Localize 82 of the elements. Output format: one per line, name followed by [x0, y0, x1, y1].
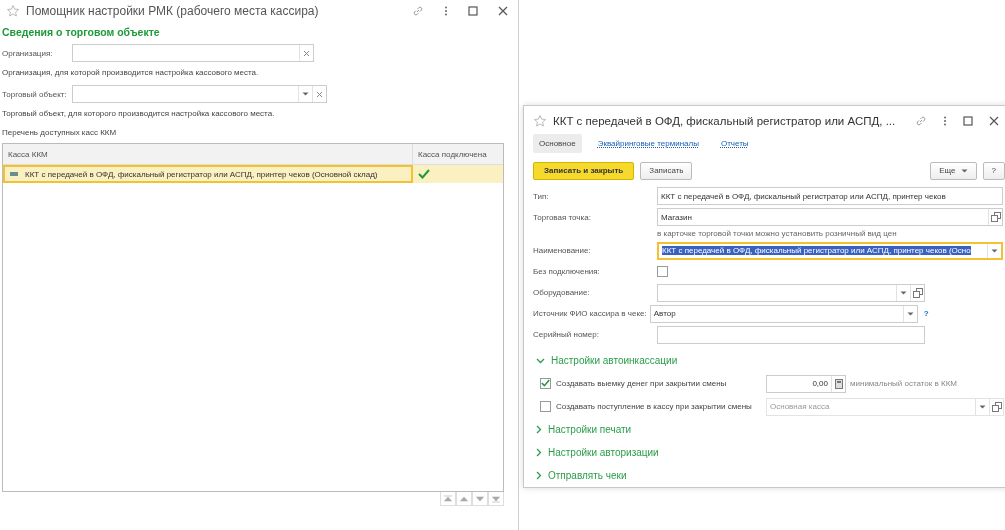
open-icon — [912, 287, 923, 298]
field-label: Оборудование: — [533, 288, 591, 297]
number-field[interactable]: 0,00 — [766, 374, 846, 393]
row-marker-icon — [10, 172, 18, 176]
field-label: Серийный номер: — [533, 330, 600, 339]
help-link[interactable]: ? — [923, 309, 929, 318]
input-field[interactable]: Магазин — [657, 208, 1003, 227]
input-field[interactable] — [657, 325, 925, 344]
field-label: Торговая точка: — [533, 212, 592, 222]
input-field[interactable] — [657, 283, 925, 302]
checkbox[interactable] — [540, 378, 551, 389]
field-note: минимальный остаток в ККМ — [850, 379, 957, 388]
chevron-right-icon — [536, 425, 542, 434]
scroll-last-button[interactable] — [488, 492, 504, 506]
dropdown-icon — [991, 248, 998, 253]
maximize-icon[interactable] — [963, 116, 974, 127]
close-icon[interactable] — [989, 116, 1000, 127]
open-icon — [990, 212, 1001, 223]
input-field[interactable] — [72, 85, 327, 103]
scroll-down-button[interactable] — [472, 492, 488, 506]
star-icon[interactable] — [6, 4, 20, 18]
down-arrow-icon — [475, 493, 485, 504]
scroll-first-button[interactable] — [440, 492, 456, 506]
dropdown-icon — [960, 168, 968, 173]
clear-icon — [316, 90, 323, 98]
input-field[interactable]: ККТ с передачей в ОФД, фискальный регистратор или АСПД, принтер чеков — [657, 187, 1003, 206]
column-header[interactable]: Касса подключена — [413, 144, 503, 164]
more-icon[interactable] — [943, 115, 948, 128]
down-arrow-icon — [491, 493, 501, 504]
field-label: Без подключения: — [533, 267, 601, 276]
dropdown-icon — [302, 92, 309, 96]
save-close-button[interactable]: Записать и закрыть — [533, 161, 635, 180]
close-icon[interactable] — [498, 6, 508, 16]
check-icon — [541, 378, 550, 388]
table-cell: ККТ с передачей в ОФД, фискальный регистратор или АСПД, принтер чеков (Основной склад) — [25, 169, 378, 179]
star-icon[interactable] — [533, 114, 547, 129]
section-header[interactable]: Отправлять чеки — [533, 464, 627, 487]
section-header[interactable]: Настройки авторизации — [533, 441, 659, 464]
input-field[interactable]: ККТ с передачей в ОФД, фискальный регистратор или АСПД, принтер чеков (Осно — [657, 241, 1003, 260]
help-button[interactable]: ? — [982, 161, 1005, 180]
chevron-right-icon — [536, 471, 542, 480]
field-label: Источник ФИО кассира в чеке: — [533, 309, 647, 318]
link-icon[interactable] — [915, 115, 928, 128]
field-hint: Торговый объект, для которого производится настройка кассового места. — [2, 109, 276, 118]
link-icon[interactable] — [412, 5, 424, 17]
chevron-down-icon — [536, 357, 545, 364]
open-icon — [991, 401, 1002, 412]
input-field[interactable]: Автор — [649, 304, 918, 323]
dropdown-icon — [906, 311, 914, 316]
dropdown-icon — [979, 404, 986, 409]
maximize-icon[interactable] — [468, 6, 478, 16]
section-header[interactable]: Настройки автоинкассации — [533, 349, 678, 372]
scroll-up-button[interactable] — [456, 492, 472, 506]
check-icon — [418, 169, 430, 179]
section-title: Сведения о торговом объекте — [2, 26, 161, 38]
tab[interactable]: Эквайринговые терминалы — [591, 134, 705, 154]
field-hint: в карточке торговой точки можно установить розничный вид цен — [657, 228, 898, 240]
field-label: Торговый объект: — [2, 89, 68, 99]
tab[interactable]: Отчеты — [714, 134, 755, 154]
clear-icon — [303, 49, 310, 57]
field-label: Наименование: — [533, 246, 592, 255]
checkbox[interactable] — [657, 266, 668, 277]
field-hint: Организация, для которой производится настройка кассового места. — [2, 68, 260, 77]
input-field[interactable] — [72, 44, 314, 62]
checkbox-label: Создавать поступление в кассу при закрытии смены — [556, 402, 752, 411]
save-button[interactable]: Записать — [640, 161, 693, 180]
field-label: Тип: — [533, 191, 550, 201]
column-header[interactable]: Касса ККМ — [3, 144, 413, 164]
more-icon[interactable] — [444, 5, 448, 17]
table-row[interactable]: ККТ с передачей в ОФД, фискальный регистратор или АСПД, принтер чеков (Основной склад) — [3, 165, 503, 183]
checkbox-label: Создавать выемку денег при закрытии смены — [556, 379, 727, 388]
up-arrow-icon — [443, 493, 453, 504]
dropdown-icon — [900, 290, 907, 295]
list-label: Перечень доступных касс ККМ — [2, 128, 118, 137]
section-header[interactable]: Настройки печати — [533, 418, 632, 441]
calculator-icon — [834, 378, 843, 389]
chevron-right-icon — [536, 448, 542, 457]
window-title: ККТ с передачей в ОФД, фискальный регистратор или АСПД, ... — [553, 115, 896, 128]
more-button[interactable]: Еще — [930, 161, 977, 180]
field-label: Организация: — [2, 48, 54, 58]
window-title: Помощник настройки РМК (рабочего места кассира) — [26, 4, 319, 18]
tab[interactable]: Основное — [533, 134, 582, 154]
